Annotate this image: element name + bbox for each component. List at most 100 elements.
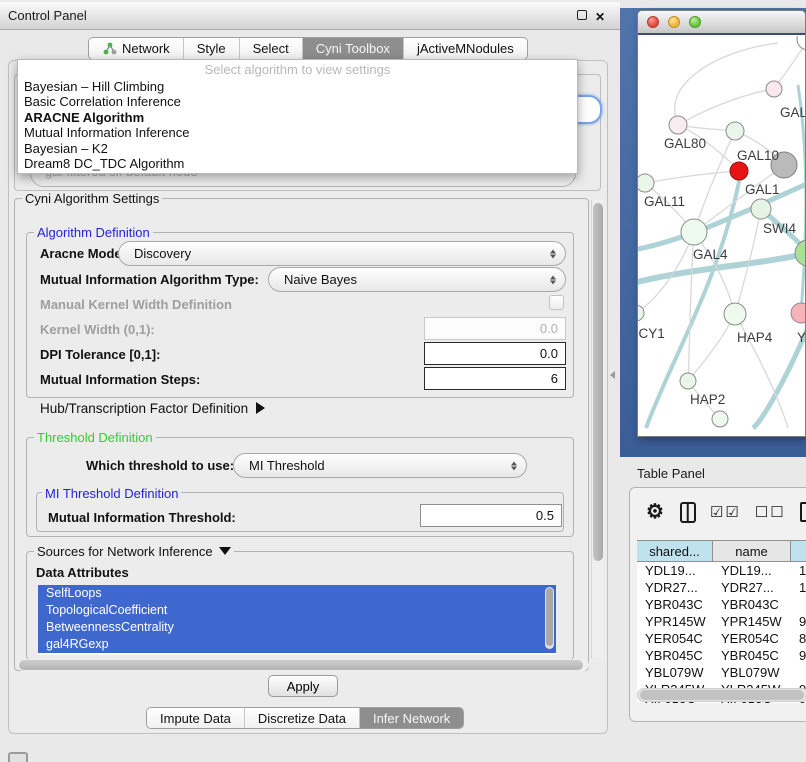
tab-infer-network[interactable]: Infer Network [359,708,463,728]
dropdown-item[interactable]: Basic Correlation Inference [18,94,577,109]
attribute-list-item[interactable]: SelfLoops [38,585,556,602]
table-header-row: shared...nameA [637,540,806,562]
table-cell [791,596,806,613]
network-node-gal4[interactable] [681,219,707,245]
table-row[interactable]: YBR043CYBR043C [637,596,806,613]
tab-impute-data[interactable]: Impute Data [147,708,244,728]
table-row[interactable]: YPR145WYPR145W9. [637,613,806,630]
network-icon [102,42,117,56]
kernel-width-field[interactable]: 0.0 [424,317,566,340]
network-node-hap4[interactable] [724,303,746,325]
network-canvas[interactable]: GALGAL80GAL10GAL1GAL11SWI4GAL4GCY1HAP4YH… [638,36,805,436]
tab-select[interactable]: Select [239,38,302,59]
close-traffic-icon[interactable] [647,16,659,28]
which-threshold-combo[interactable]: MI Threshold [233,453,527,478]
network-node-label: GAL11 [644,194,685,209]
network-node-label: GAL10 [737,148,779,163]
table-panel-title: Table Panel [637,466,705,481]
table-cell: YPR145W [713,613,791,630]
manual-kernel-label: Manual Kernel Width Definition [40,297,232,312]
manual-kernel-checkbox[interactable] [549,295,564,310]
hub-section-toggle[interactable]: Hub/Transcription Factor Definition [40,401,265,416]
apply-button[interactable]: Apply [268,675,338,697]
dropdown-item[interactable]: Dream8 DC_TDC Algorithm [18,156,577,171]
table-cell [791,664,806,681]
network-node[interactable] [797,36,805,50]
column-header-a[interactable]: A [791,541,806,561]
column-header-name[interactable]: name [713,541,791,561]
table-row[interactable]: YDR27...YDR27...12 [637,579,806,596]
mi-type-label: Mutual Information Algorithm Type: [40,272,259,287]
select-all-checks-icon[interactable]: ☑☑ [710,503,741,521]
table-cell: 8. [791,630,806,647]
tab-jactivemnodules[interactable]: jActiveMNodules [403,38,527,59]
network-svg: GALGAL80GAL10GAL1GAL11SWI4GAL4GCY1HAP4YH… [638,36,805,436]
network-node-y[interactable] [791,303,805,323]
control-panel-tabstrip: Network StyleSelectCyni ToolboxjActiveMNo… [88,37,528,60]
dropdown-item[interactable]: ARACNE Algorithm [18,110,577,125]
network-node-gal1[interactable] [730,162,748,180]
network-node-label: SWI4 [763,221,796,236]
table-cell: YDL19... [713,562,791,579]
dropdown-placeholder-item[interactable]: Select algorithm to view settings [18,60,577,79]
mi-threshold-field[interactable]: 0.5 [420,504,562,527]
table-cell: 9. [791,647,806,664]
network-node-gal[interactable] [766,81,782,97]
dropdown-item[interactable]: Mutual Information Inference [18,125,577,140]
table-cell: YBL079W [637,664,713,681]
settings-horizontal-scrollbar[interactable] [17,659,589,671]
tab-network[interactable]: Network [89,38,183,59]
zoom-traffic-icon[interactable] [689,16,701,28]
columns-icon[interactable] [680,502,696,523]
table-row[interactable]: YBL079WYBL079W [637,664,806,681]
mi-threshold-group-title: MI Threshold Definition [42,486,181,501]
document-icon[interactable] [800,502,806,522]
bottom-tabstrip: Impute DataDiscretize DataInfer Network [146,707,464,729]
screen: { "icons": { "close": "✕", "gear": "⚙", … [0,0,806,762]
mi-type-combo[interactable]: Naive Bayes [268,267,566,292]
network-node-gal80[interactable] [669,116,687,134]
table-row[interactable]: YER054CYER054C8. [637,630,806,647]
column-header-shared[interactable]: shared... [637,541,713,561]
settings-vertical-scrollbar[interactable] [591,200,604,658]
close-icon[interactable]: ✕ [595,11,605,23]
network-node-hap2[interactable] [680,373,696,389]
minimize-traffic-icon[interactable] [668,16,680,28]
network-node[interactable] [712,411,728,427]
table-cell: YBR045C [713,647,791,664]
dropdown-item[interactable]: Bayesian – Hill Climbing [18,79,577,94]
table-cell: YDR27... [637,579,713,596]
table-cell: YER054C [713,630,791,647]
hub-section-label: Hub/Transcription Factor Definition [40,401,248,416]
network-node-gal11[interactable] [638,174,654,192]
network-node-swi4[interactable] [751,199,771,219]
attribute-list-item[interactable]: BetweennessCentrality [38,619,556,636]
splitter-collapse-icon[interactable] [610,371,615,379]
attribute-list-item[interactable]: gal4RGexp [38,636,556,653]
tab-cyni-toolbox[interactable]: Cyni Toolbox [302,38,403,59]
dpi-tolerance-field[interactable]: 0.0 [424,342,566,365]
table-row[interactable]: YBR045CYBR045C9. [637,647,806,664]
network-node-label: HAP2 [690,392,725,407]
tab-style[interactable]: Style [183,38,239,59]
attribute-list-item[interactable]: TopologicalCoefficient [38,602,556,619]
dropdown-item[interactable]: Bayesian – K2 [18,141,577,156]
tab-discretize-data[interactable]: Discretize Data [244,708,359,728]
list-scrollbar[interactable] [545,587,554,649]
network-window-titlebar[interactable] [638,11,805,35]
collapse-right-icon [256,402,265,414]
float-icon[interactable] [577,10,587,20]
network-node-gal10[interactable] [726,122,744,140]
mi-steps-field[interactable]: 6 [424,367,566,390]
minimized-panel-icon[interactable] [8,752,28,762]
deselect-all-checks-icon[interactable]: ☐☐ [755,503,786,521]
table-cell: YDR27... [713,579,791,596]
table-cell: 12 [791,579,806,596]
table-row[interactable]: YDL19...YDL19...13 [637,562,806,579]
gear-icon[interactable]: ⚙ [646,502,664,522]
aracne-mode-combo[interactable]: Discovery [118,241,566,266]
sources-group-toggle[interactable]: Sources for Network Inference [34,544,234,559]
tab-label: Network [122,41,170,56]
table-horizontal-scrollbar[interactable] [637,688,806,702]
network-node-label: GAL80 [664,136,706,151]
